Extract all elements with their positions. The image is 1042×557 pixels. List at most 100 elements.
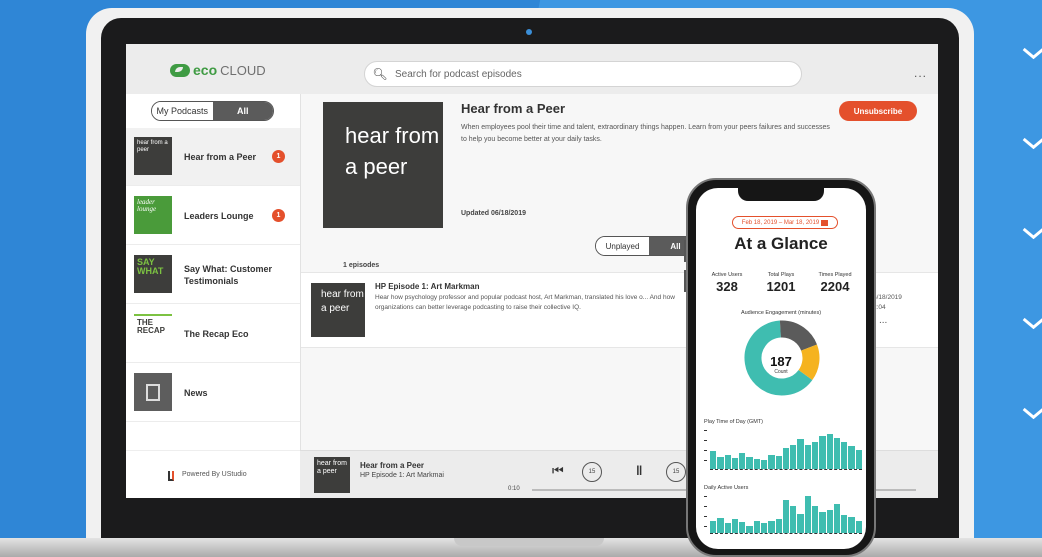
- chart-bar: [746, 457, 753, 469]
- chart-bar: [790, 505, 797, 533]
- podcast-thumbnail: leader lounge: [134, 196, 172, 234]
- chevron-right-icon: [1022, 320, 1042, 334]
- chart-bar: [724, 455, 731, 469]
- metric-label: Active Users: [711, 272, 743, 278]
- episode-description: Hear how psychology professor and popula…: [375, 294, 675, 311]
- chart-bar: [768, 520, 775, 533]
- podcast-thumbnail: SAY WHAT: [134, 255, 172, 293]
- metric-total-plays: Total Plays 1201: [753, 272, 809, 294]
- search-icon[interactable]: 🔍︎: [365, 67, 395, 81]
- powered-by-footer: Powered By UStudio: [126, 450, 300, 498]
- sidebar-item-label: The Recap Eco: [184, 328, 249, 339]
- laptop-hinge-notch: [454, 538, 604, 546]
- date-range-picker[interactable]: Feb 18, 2019 – Mar 18, 2019: [732, 216, 838, 229]
- episode-count: 1 episodes: [343, 262, 380, 269]
- chart-bar: [804, 444, 811, 469]
- chart-bar: [753, 521, 760, 533]
- pause-icon[interactable]: ‖: [636, 463, 642, 478]
- chart-bar: [855, 449, 862, 469]
- chart-bar: [775, 456, 782, 469]
- podcast-thumbnail: hear from a peer: [134, 137, 172, 175]
- search-bar[interactable]: 🔍︎: [364, 61, 802, 87]
- powered-by-text: Powered By UStudio: [182, 471, 247, 478]
- podcast-filter-toggle: My Podcasts All: [151, 101, 274, 121]
- engagement-chart-label: Audience Engagement (minutes): [740, 310, 822, 316]
- tab-all-podcasts[interactable]: All: [212, 102, 273, 120]
- episode-title[interactable]: HP Episode 1: Art Markman: [375, 282, 479, 291]
- sidebar-item-say-what[interactable]: SAY WHAT Say What: Customer Testimonials: [126, 246, 300, 304]
- chart-bar: [790, 444, 797, 469]
- metric-label: Times Played: [818, 272, 852, 278]
- calendar-icon: [821, 219, 829, 226]
- rewind-15-icon[interactable]: 15: [582, 462, 602, 482]
- player-episode-title: HP Episode 1: Art Markmai: [360, 472, 444, 479]
- unread-badge: 1: [272, 150, 285, 163]
- chart-bar: [753, 459, 760, 469]
- elapsed-time: 0:10: [508, 486, 520, 492]
- daily-users-y-axis: [704, 494, 707, 534]
- phone-screen: Feb 18, 2019 – Mar 18, 2019 At a Glance …: [696, 188, 866, 549]
- episode-more-icon[interactable]: ...: [879, 315, 887, 326]
- sidebar-item-hear-from-a-peer[interactable]: hear from a peer Hear from a Peer 1: [126, 128, 300, 186]
- sidebar-item-label: Hear from a Peer: [184, 151, 257, 162]
- chart-bar: [841, 441, 848, 469]
- unread-badge: 1: [272, 209, 285, 222]
- episode-date: 6/18/2019 2:04: [873, 293, 902, 313]
- player-thumbnail: hear from a peer: [314, 457, 350, 493]
- news-icon: [134, 373, 172, 411]
- chart-bar: [804, 495, 811, 533]
- cloud-leaf-icon: [170, 63, 190, 77]
- chart-bar: [819, 511, 826, 533]
- play-time-bar-chart: [710, 430, 862, 470]
- chevron-right-icon: [1022, 230, 1042, 244]
- sidebar-item-the-recap-eco[interactable]: THE RECAP The Recap Eco: [126, 305, 300, 363]
- skip-previous-icon[interactable]: ⏮︎: [552, 463, 564, 479]
- chart-bar: [717, 457, 724, 469]
- chart-bar: [746, 525, 753, 533]
- logo-cloud-text: CLOUD: [220, 62, 266, 78]
- chart-bar: [760, 460, 768, 469]
- chart-bar: [710, 521, 717, 533]
- chart-bar: [826, 433, 833, 469]
- chart-bar: [819, 435, 826, 469]
- top-bar: ecoCLOUD 🔍︎ ...: [126, 44, 938, 94]
- chart-bar: [731, 458, 739, 469]
- chart-bar: [811, 441, 819, 469]
- chart-bar: [775, 519, 782, 533]
- updated-date: Updated 06/18/2019: [461, 210, 526, 217]
- chart-bar: [848, 446, 855, 469]
- chart-bar: [833, 503, 841, 533]
- camera-dot: [526, 29, 532, 35]
- sidebar: My Podcasts All hear from a peer Hear fr…: [126, 94, 300, 450]
- metric-value: 1201: [766, 279, 796, 294]
- play-time-y-axis: [704, 428, 707, 468]
- sidebar-item-news[interactable]: News: [126, 364, 300, 422]
- chart-bar: [848, 517, 855, 533]
- sidebar-item-label: News: [184, 387, 208, 398]
- donut-center-label: Count: [774, 369, 788, 375]
- sidebar-item-leaders-lounge[interactable]: leader lounge Leaders Lounge 1: [126, 187, 300, 245]
- chart-bar: [782, 499, 790, 533]
- date-range-text: Feb 18, 2019 – Mar 18, 2019: [741, 219, 820, 226]
- tab-my-podcasts[interactable]: My Podcasts: [152, 102, 213, 120]
- player-podcast-title: Hear from a Peer: [360, 461, 425, 470]
- forward-15-icon[interactable]: 15: [666, 462, 686, 482]
- unsubscribe-button[interactable]: Unsubscribe: [839, 101, 917, 121]
- metric-label: Total Plays: [767, 272, 795, 278]
- chart-bar: [797, 438, 804, 469]
- search-input[interactable]: [395, 68, 785, 80]
- metric-value: 328: [716, 279, 738, 294]
- daily-users-bar-chart: [710, 494, 862, 534]
- chevron-right-icon: [1022, 140, 1042, 154]
- phone-notch: [738, 188, 824, 201]
- chevron-right-icon: [1022, 410, 1042, 424]
- metric-times-played: Times Played 2204: [807, 272, 863, 294]
- chart-bar: [739, 522, 746, 533]
- more-options-icon[interactable]: ...: [914, 66, 927, 80]
- ecocloud-logo[interactable]: eco CLOUD: [170, 62, 266, 78]
- chart-bar: [841, 515, 848, 533]
- chart-bar: [855, 520, 862, 533]
- metric-active-users: Active Users 328: [699, 272, 755, 294]
- tab-unplayed[interactable]: Unplayed: [596, 237, 649, 255]
- chart-bar: [782, 447, 790, 469]
